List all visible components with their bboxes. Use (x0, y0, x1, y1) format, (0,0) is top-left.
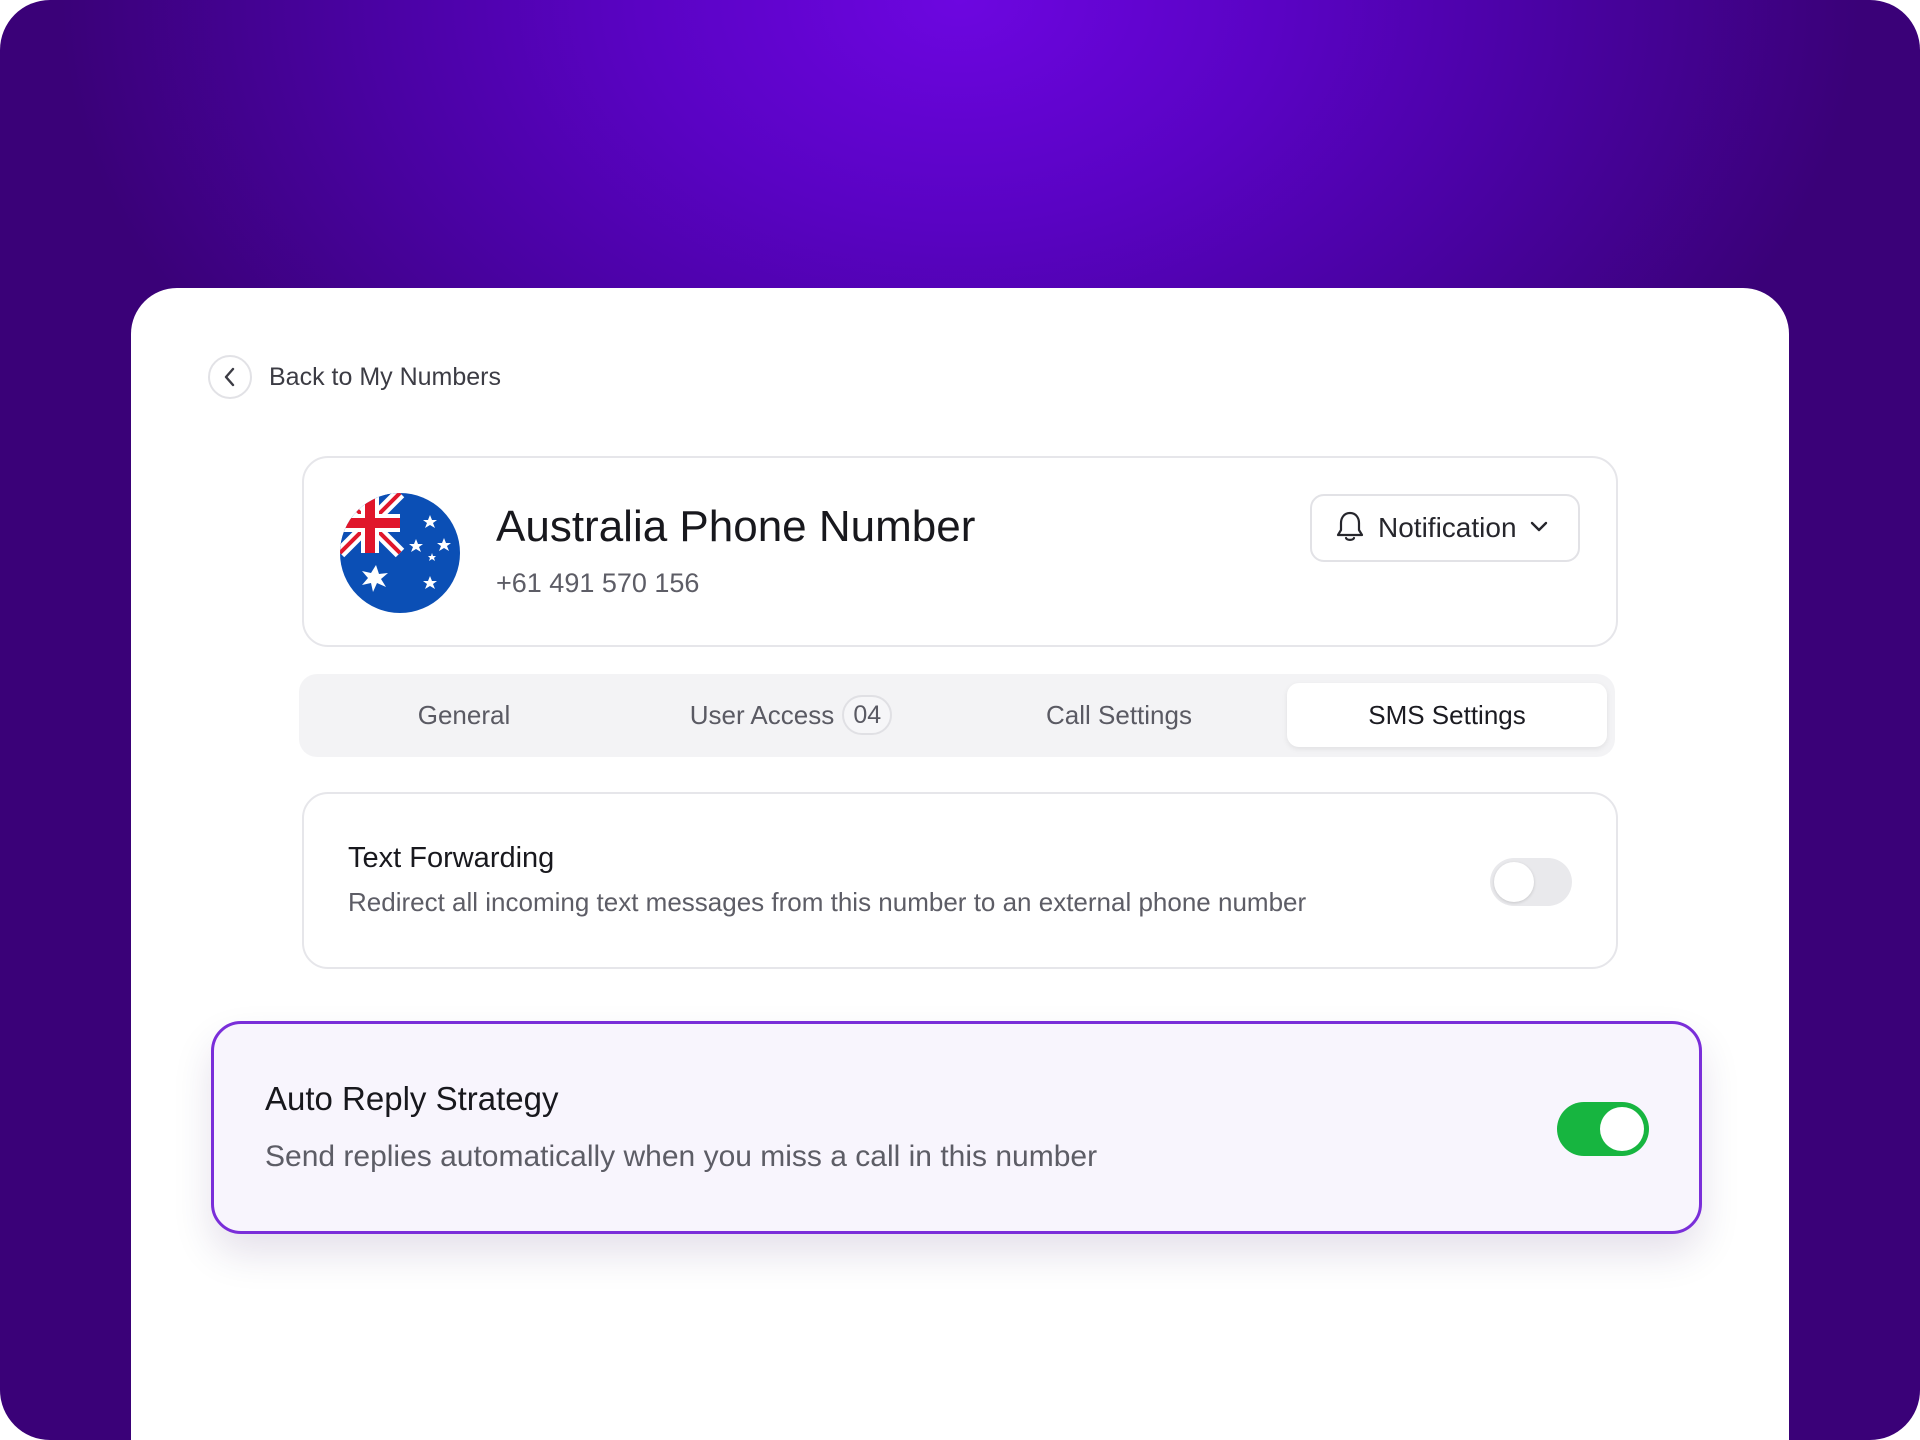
tab-label: SMS Settings (1368, 699, 1526, 730)
tab-label: User Access (689, 699, 835, 730)
tab-label: General (417, 699, 511, 730)
tab-sms-settings[interactable]: SMS Settings (1287, 683, 1607, 747)
chevron-down-icon (1529, 519, 1549, 538)
bell-icon (1334, 509, 1366, 548)
tab-call-settings[interactable]: Call Settings (959, 683, 1279, 747)
page-title: Australia Phone Number (496, 502, 976, 551)
chevron-left-icon (208, 355, 252, 399)
notification-dropdown[interactable]: Notification (1310, 494, 1580, 562)
toggle-knob (1600, 1107, 1644, 1151)
tab-label: Call Settings (1046, 699, 1192, 730)
setting-description: Send replies automatically when you miss… (265, 1140, 1098, 1173)
text-forwarding-toggle[interactable] (1490, 858, 1572, 906)
setting-title: Text Forwarding (348, 842, 555, 874)
toggle-knob (1494, 862, 1534, 902)
settings-tabs: General User Access 04 Call Settings SMS… (299, 674, 1615, 757)
back-link-label: Back to My Numbers (269, 362, 502, 391)
setting-description: Redirect all incoming text messages from… (348, 887, 1307, 917)
auto-reply-setting: Auto Reply Strategy Send replies automat… (211, 1021, 1702, 1234)
text-forwarding-setting: Text Forwarding Redirect all incoming te… (302, 792, 1618, 969)
back-link[interactable]: Back to My Numbers (208, 355, 501, 399)
tab-user-access[interactable]: User Access 04 (631, 683, 951, 747)
user-count-badge: 04 (842, 695, 893, 735)
setting-title: Auto Reply Strategy (265, 1080, 559, 1117)
number-header-card: Australia Phone Number +61 491 570 156 N… (302, 456, 1618, 647)
tab-general[interactable]: General (304, 683, 624, 747)
australia-flag-icon (340, 493, 460, 613)
phone-number: +61 491 570 156 (496, 568, 700, 598)
notification-label: Notification (1378, 512, 1517, 543)
auto-reply-toggle[interactable] (1557, 1102, 1649, 1156)
